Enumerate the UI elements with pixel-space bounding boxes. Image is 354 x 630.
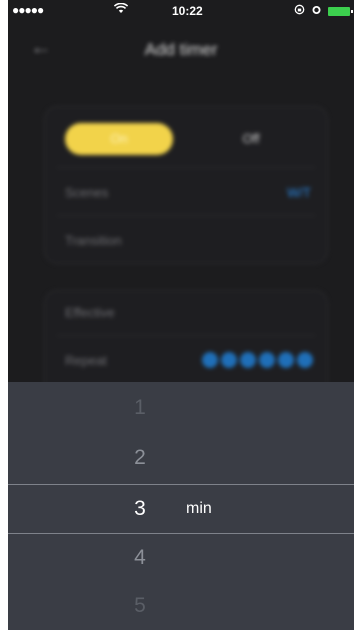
battery-icon (328, 6, 353, 16)
picker-value[interactable]: 2 (120, 434, 160, 482)
day-dot[interactable] (278, 352, 294, 368)
status-bar: ●●●●● 10:22 (8, 0, 354, 22)
effective-label[interactable]: Effective (65, 305, 115, 320)
picker-value[interactable]: 5 (120, 582, 160, 630)
off-toggle-button[interactable]: Off (221, 123, 281, 155)
rotation-lock-icon (294, 4, 305, 18)
divider (57, 167, 315, 168)
picker-row-selected[interactable]: 3 min (8, 485, 354, 533)
day-dot[interactable] (259, 352, 275, 368)
picker-row[interactable]: 4 (8, 534, 354, 582)
divider (57, 335, 315, 336)
power-settings-card: On Off Scenes W/T Transition (44, 106, 328, 264)
wifi-icon (113, 2, 129, 17)
picker-unit-label: min (186, 500, 212, 517)
alarm-icon (311, 4, 322, 18)
day-dot[interactable] (221, 352, 237, 368)
scenes-label: Scenes (65, 185, 109, 200)
divider (57, 215, 315, 216)
status-right-icons (294, 4, 353, 18)
day-dot[interactable] (202, 352, 218, 368)
day-dot[interactable] (240, 352, 256, 368)
page-title: Add timer (144, 40, 218, 59)
picker-row[interactable]: 5 (8, 582, 354, 630)
phone-screen: ●●●●● 10:22 ← Add timer On Off Scenes W/… (8, 0, 354, 630)
picker-row[interactable]: 1 (8, 384, 354, 432)
repeat-days[interactable] (202, 352, 313, 368)
transition-label[interactable]: Transition (65, 233, 122, 248)
picker-value[interactable]: 4 (120, 534, 160, 582)
scenes-value[interactable]: W/T (287, 185, 311, 200)
on-toggle-button[interactable]: On (65, 123, 173, 155)
minute-picker[interactable]: 1 2 3 min 4 5 (8, 382, 354, 630)
nav-bar: ← Add timer (8, 22, 354, 72)
timer-form-background: ← Add timer On Off Scenes W/T Transition… (8, 22, 354, 404)
picker-value[interactable]: 1 (120, 384, 160, 432)
day-dot[interactable] (297, 352, 313, 368)
status-time: 10:22 (172, 4, 203, 18)
picker-selected-value[interactable]: 3 (120, 485, 160, 533)
picker-row[interactable]: 2 (8, 434, 354, 482)
signal-strength-icon: ●●●●● (12, 3, 44, 17)
repeat-label: Repeat (65, 353, 107, 368)
